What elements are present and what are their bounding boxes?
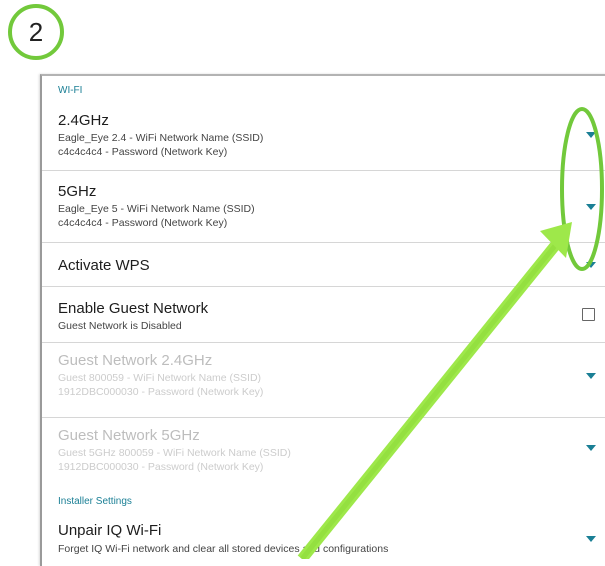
row-activate-wps[interactable]: Activate WPS — [42, 243, 605, 287]
row-unpair-iq-wifi-title: Unpair IQ Wi-Fi — [58, 522, 162, 539]
row-2-4ghz-title: 2.4GHz — [58, 112, 109, 129]
row-guest-network-2-4ghz: Guest Network 2.4GHz Guest 800059 - WiFi… — [42, 343, 605, 418]
chevron-down-icon[interactable] — [586, 262, 596, 268]
row-5ghz-password: c4c4c4c4 - Password (Network Key) — [58, 217, 228, 229]
section-label-wifi: WI-FI — [58, 85, 83, 96]
row-enable-guest-network-title: Enable Guest Network — [58, 300, 209, 317]
wifi-settings-panel: WI-FI 2.4GHz Eagle_Eye 2.4 - WiFi Networ… — [40, 74, 605, 566]
checkbox-icon[interactable] — [582, 308, 595, 321]
chevron-down-icon — [586, 445, 596, 451]
row-unpair-iq-wifi[interactable]: Unpair IQ Wi-Fi Forget IQ Wi-Fi network … — [42, 512, 605, 566]
section-label-installer-settings: Installer Settings — [58, 496, 132, 507]
chevron-down-icon[interactable] — [586, 536, 596, 542]
row-5ghz-title: 5GHz — [58, 183, 97, 200]
row-5ghz-ssid: Eagle_Eye 5 - WiFi Network Name (SSID) — [58, 203, 255, 215]
row-2-4ghz[interactable]: 2.4GHz Eagle_Eye 2.4 - WiFi Network Name… — [42, 100, 605, 171]
row-5ghz[interactable]: 5GHz Eagle_Eye 5 - WiFi Network Name (SS… — [42, 171, 605, 243]
chevron-down-icon — [586, 373, 596, 379]
row-guest-5ghz-title: Guest Network 5GHz — [58, 427, 200, 444]
step-number-badge: 2 — [8, 4, 64, 60]
row-guest-5ghz-ssid: Guest 5GHz 800059 - WiFi Network Name (S… — [58, 447, 291, 459]
row-guest-2-4ghz-password: 1912DBC000030 - Password (Network Key) — [58, 386, 264, 398]
row-guest-5ghz-password: 1912DBC000030 - Password (Network Key) — [58, 461, 264, 473]
row-unpair-iq-wifi-description: Forget IQ Wi-Fi network and clear all st… — [58, 543, 389, 555]
row-enable-guest-network-status: Guest Network is Disabled — [58, 320, 182, 332]
row-guest-2-4ghz-title: Guest Network 2.4GHz — [58, 352, 213, 369]
chevron-down-icon[interactable] — [586, 132, 596, 138]
row-activate-wps-title: Activate WPS — [58, 257, 150, 274]
row-guest-2-4ghz-ssid: Guest 800059 - WiFi Network Name (SSID) — [58, 372, 262, 384]
row-guest-network-5ghz: Guest Network 5GHz Guest 5GHz 800059 - W… — [42, 418, 605, 491]
chevron-down-icon[interactable] — [586, 204, 596, 210]
row-2-4ghz-password: c4c4c4c4 - Password (Network Key) — [58, 146, 228, 158]
row-enable-guest-network[interactable]: Enable Guest Network Guest Network is Di… — [42, 287, 605, 343]
row-2-4ghz-ssid: Eagle_Eye 2.4 - WiFi Network Name (SSID) — [58, 132, 264, 144]
